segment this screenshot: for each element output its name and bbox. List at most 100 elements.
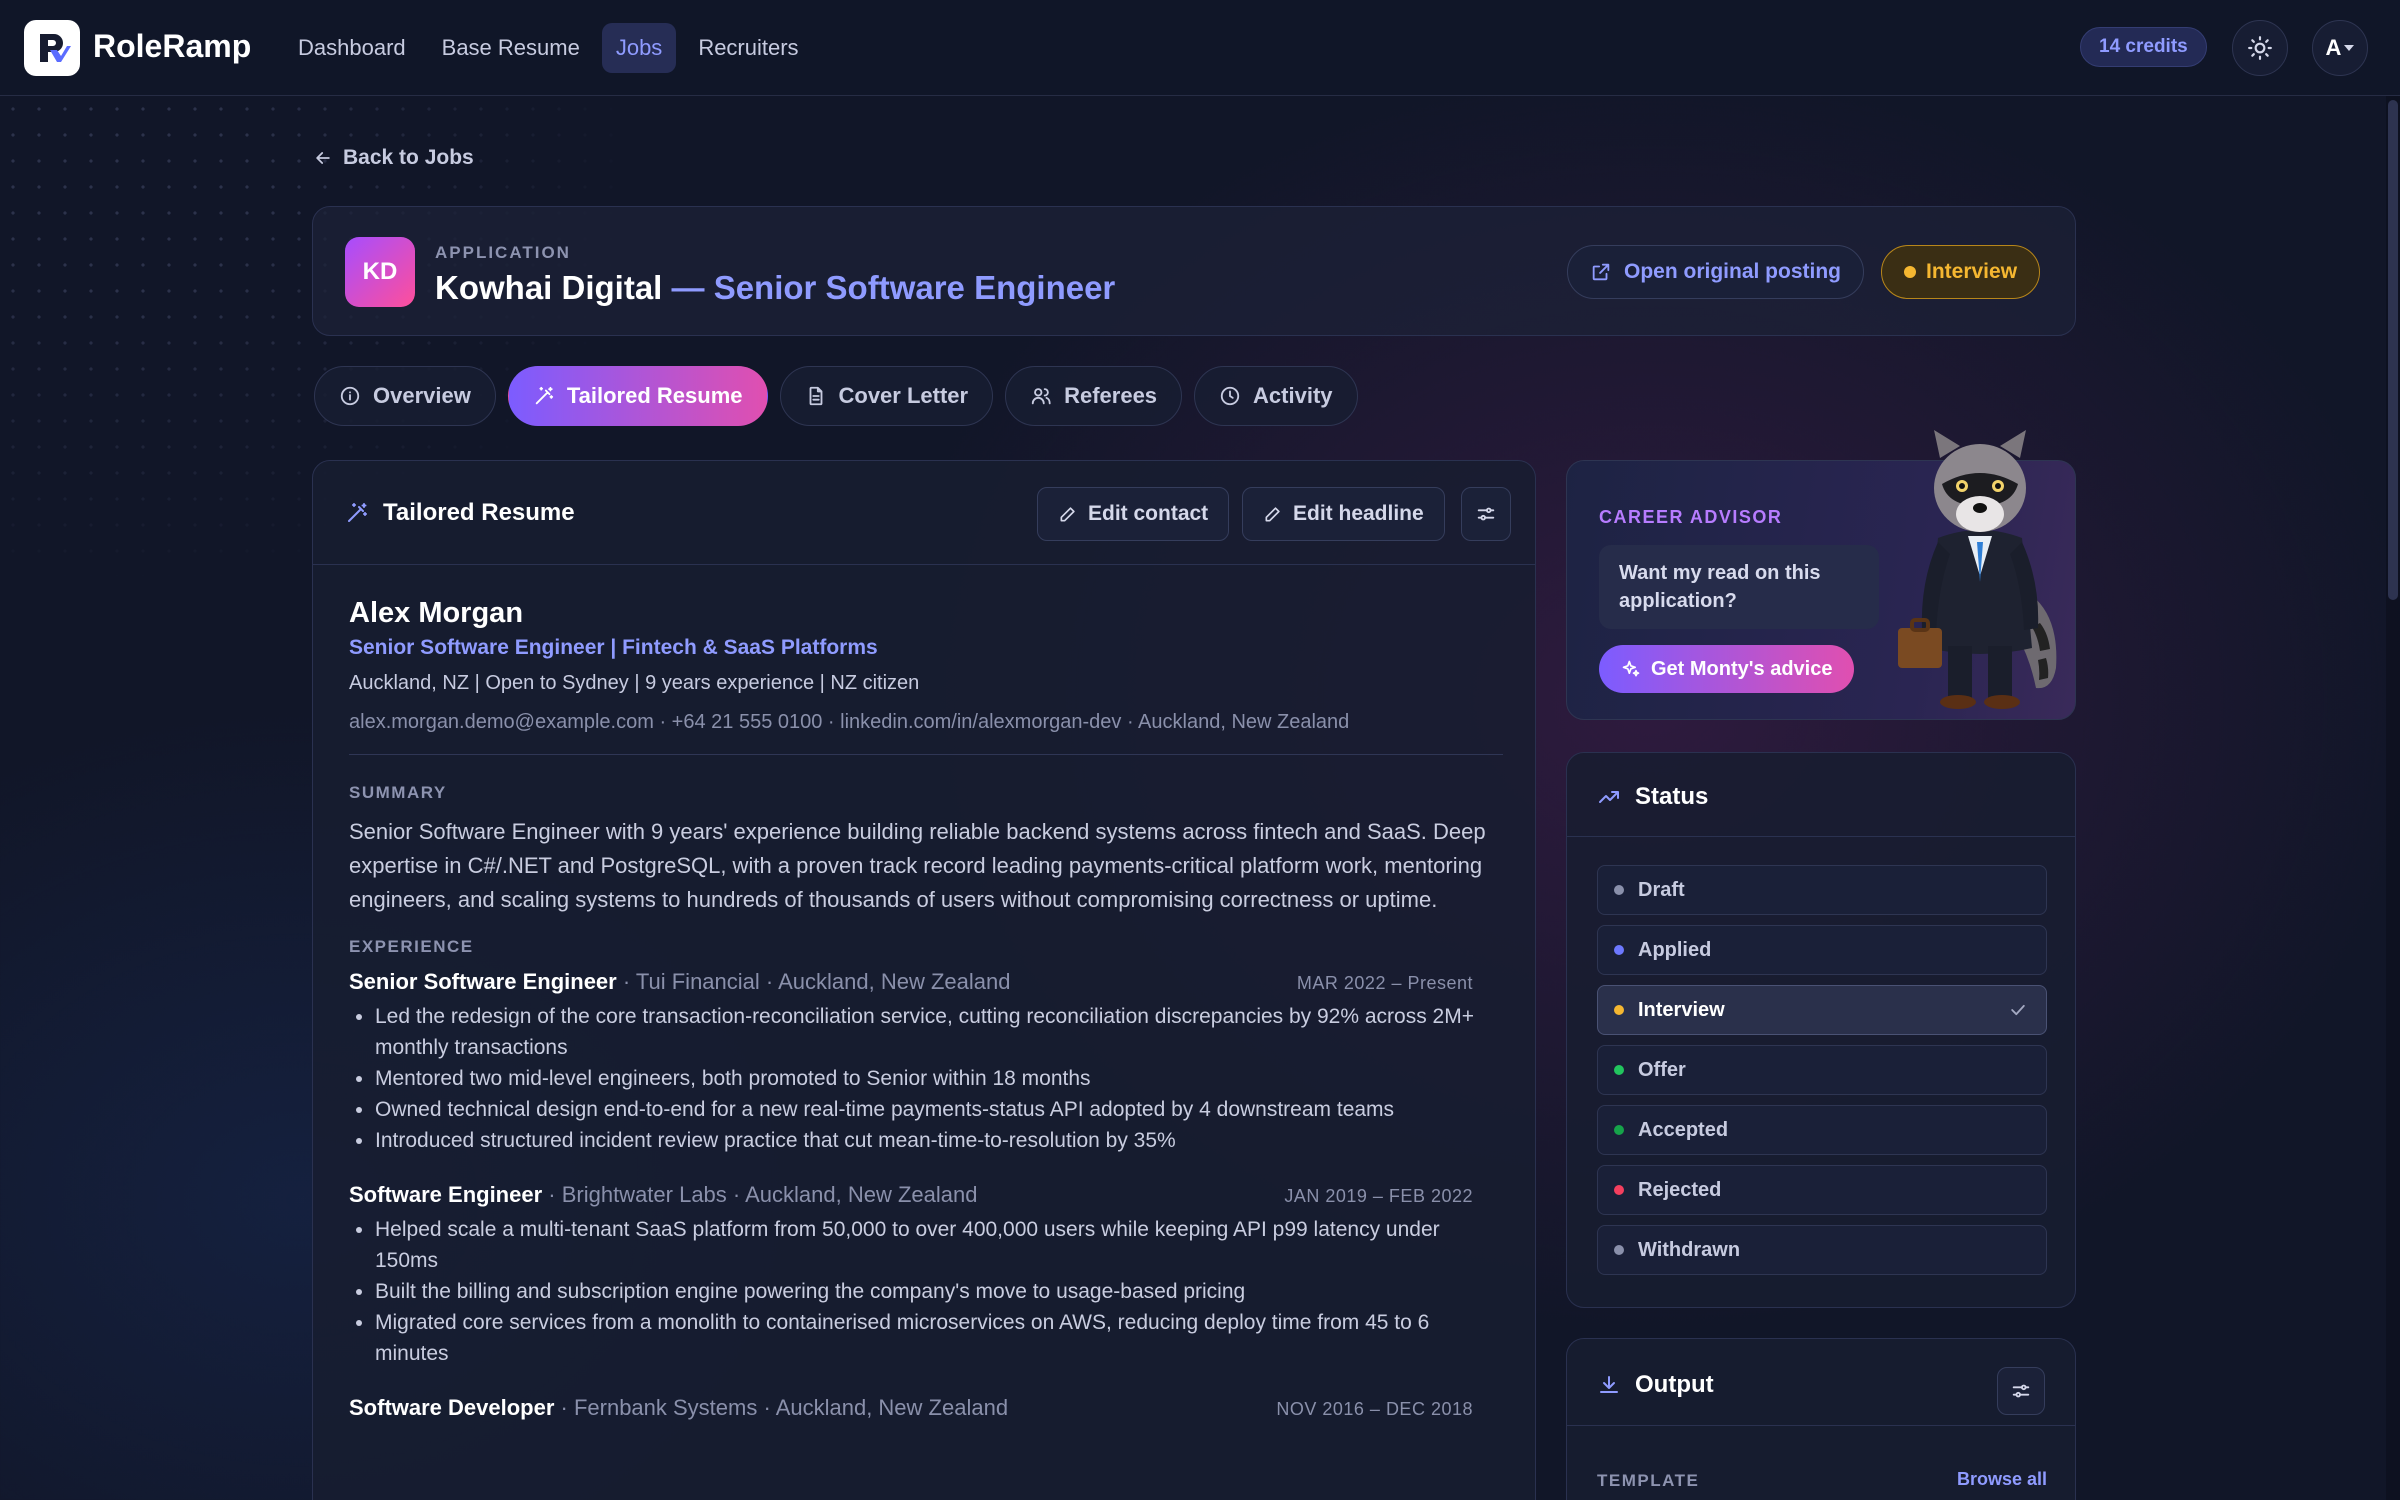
status-card-title-label: Status (1635, 783, 1709, 810)
edit-contact-button[interactable]: Edit contact (1037, 487, 1230, 541)
magic-wand-icon (535, 386, 554, 405)
job-bullet: Introduced structured incident review pr… (375, 1125, 1503, 1156)
application-tabs: Overview Tailored Resume Cover Letter Re… (314, 366, 1358, 426)
company-avatar: KD (345, 237, 415, 307)
magic-wand-icon (348, 503, 367, 522)
info-icon (340, 386, 360, 406)
output-card-title-label: Output (1635, 1371, 1714, 1398)
status-option-accepted[interactable]: Accepted (1597, 1105, 2047, 1155)
resume-document: Alex Morgan Senior Software Engineer | F… (349, 597, 1503, 1421)
nav-jobs[interactable]: Jobs (601, 23, 677, 73)
output-settings-button[interactable] (1997, 1367, 2045, 1415)
status-badge-label: Interview (1926, 260, 2018, 283)
application-label: APPLICATION (435, 243, 571, 262)
status-option-label: Interview (1638, 998, 1725, 1021)
status-card-title: Status (1597, 783, 1708, 811)
company-name: Kowhai Digital (435, 269, 663, 306)
tab-referees[interactable]: Referees (1005, 366, 1183, 426)
candidate-contact: alex.morgan.demo@example.com · +64 21 55… (349, 711, 1503, 755)
nav-recruiters[interactable]: Recruiters (684, 23, 812, 73)
resume-settings-button[interactable] (1461, 487, 1511, 541)
sun-icon (2248, 36, 2272, 60)
job-bullet: Mentored two mid-level engineers, both p… (375, 1063, 1503, 1094)
nav-base-resume[interactable]: Base Resume (428, 23, 594, 73)
sparkle-icon (1622, 660, 1640, 677)
roleramp-logo-icon[interactable] (24, 20, 80, 76)
get-advice-label: Get Monty's advice (1651, 657, 1833, 680)
experience-entry: Software Engineer · Brightwater Labs · A… (349, 1182, 1503, 1369)
status-option-label: Applied (1638, 938, 1712, 961)
page-title: Kowhai Digital — Senior Software Enginee… (435, 269, 1115, 307)
job-bullets: Led the redesign of the core transaction… (349, 1001, 1503, 1156)
back-to-jobs-link[interactable]: Back to Jobs (313, 146, 474, 170)
tab-cover-letter[interactable]: Cover Letter (779, 366, 994, 426)
scrollbar-thumb[interactable] (2388, 100, 2398, 600)
experience-heading: EXPERIENCE (349, 937, 474, 956)
job-bullets: Helped scale a multi-tenant SaaS platfor… (349, 1214, 1503, 1369)
users-icon (1031, 388, 1051, 405)
status-options-list: Draft Applied Interview Offer Accepted R… (1597, 865, 2047, 1285)
job-dates: JAN 2019 – FEB 2022 (1284, 1186, 1473, 1206)
edit-headline-label: Edit headline (1293, 502, 1424, 525)
main-nav: Dashboard Base Resume Jobs Recruiters (284, 23, 813, 73)
status-dot (1614, 1065, 1624, 1075)
resume-panel-title-label: Tailored Resume (383, 499, 575, 526)
career-advisor-label: CAREER ADVISOR (1599, 507, 1783, 527)
check-icon (2011, 1004, 2025, 1016)
tab-overview-label: Overview (373, 383, 471, 408)
tab-activity-label: Activity (1253, 383, 1333, 408)
brand-name[interactable]: RoleRamp (93, 28, 251, 65)
raccoon-mascot-icon (1898, 430, 2057, 709)
edit-headline-button[interactable]: Edit headline (1242, 487, 1445, 541)
document-icon (809, 386, 822, 406)
status-option-label: Draft (1638, 878, 1685, 901)
tab-activity[interactable]: Activity (1194, 366, 1358, 426)
pencil-icon (1265, 507, 1280, 522)
arrow-left-icon (316, 152, 330, 164)
summary-heading: SUMMARY (349, 783, 447, 802)
tab-tailored-resume-label: Tailored Resume (566, 383, 743, 408)
job-org: · Tui Financial · Auckland, New Zealand (616, 969, 1011, 994)
job-title: Software Engineer (349, 1182, 543, 1207)
role-title: Senior Software Engineer (713, 269, 1116, 306)
user-menu-button[interactable]: A (2312, 20, 2368, 76)
status-dot (1614, 1245, 1624, 1255)
status-option-interview[interactable]: Interview (1597, 985, 2047, 1035)
output-card-title: Output (1597, 1371, 1714, 1399)
candidate-headline: Senior Software Engineer | Fintech & Saa… (349, 636, 878, 659)
get-advice-button[interactable]: Get Monty's advice (1599, 645, 1855, 693)
sliders-icon (2012, 1384, 2030, 1398)
status-option-applied[interactable]: Applied (1597, 925, 2047, 975)
application-header-card: KD APPLICATION Kowhai Digital — Senior S… (312, 206, 2076, 336)
caret-down-icon (2344, 45, 2355, 51)
summary-text: Senior Software Engineer with 9 years' e… (349, 819, 1486, 912)
status-option-offer[interactable]: Offer (1597, 1045, 2047, 1095)
nav-dashboard[interactable]: Dashboard (284, 23, 420, 73)
status-dot (1614, 1125, 1624, 1135)
status-option-label: Offer (1638, 1058, 1686, 1081)
status-option-draft[interactable]: Draft (1597, 865, 2047, 915)
status-option-rejected[interactable]: Rejected (1597, 1165, 2047, 1215)
job-header: Software Developer · Fernbank Systems · … (349, 1395, 1473, 1421)
tab-tailored-resume[interactable]: Tailored Resume (507, 366, 768, 426)
job-bullet: Built the billing and subscription engin… (375, 1276, 1503, 1307)
credits-badge[interactable]: 14 credits (2080, 27, 2207, 67)
open-original-posting-button[interactable]: Open original posting (1567, 245, 1864, 299)
status-option-withdrawn[interactable]: Withdrawn (1597, 1225, 2047, 1275)
output-card-header: Output (1567, 1339, 2075, 1425)
job-bullet: Owned technical design end-to-end for a … (375, 1094, 1503, 1125)
avatar-initial: A (2325, 35, 2342, 60)
job-title-line: Senior Software Engineer · Tui Financial… (349, 969, 1010, 995)
browse-all-templates-link[interactable]: Browse all (1957, 1469, 2047, 1490)
tab-overview[interactable]: Overview (314, 366, 496, 426)
clock-icon (1220, 386, 1240, 406)
job-title: Software Developer (349, 1395, 555, 1420)
tailored-resume-panel: Tailored Resume Edit contact Edit headli… (312, 460, 1536, 1500)
theme-toggle-button[interactable] (2232, 20, 2288, 76)
status-badge[interactable]: Interview (1881, 245, 2041, 299)
job-dates: MAR 2022 – Present (1296, 973, 1473, 993)
status-card: Status Draft Applied Interview Offer Acc… (1566, 752, 2076, 1308)
experience-entry: Software Developer · Fernbank Systems · … (349, 1395, 1503, 1421)
job-org: · Fernbank Systems · Auckland, New Zeala… (554, 1395, 1009, 1420)
status-dot (1904, 266, 1916, 278)
